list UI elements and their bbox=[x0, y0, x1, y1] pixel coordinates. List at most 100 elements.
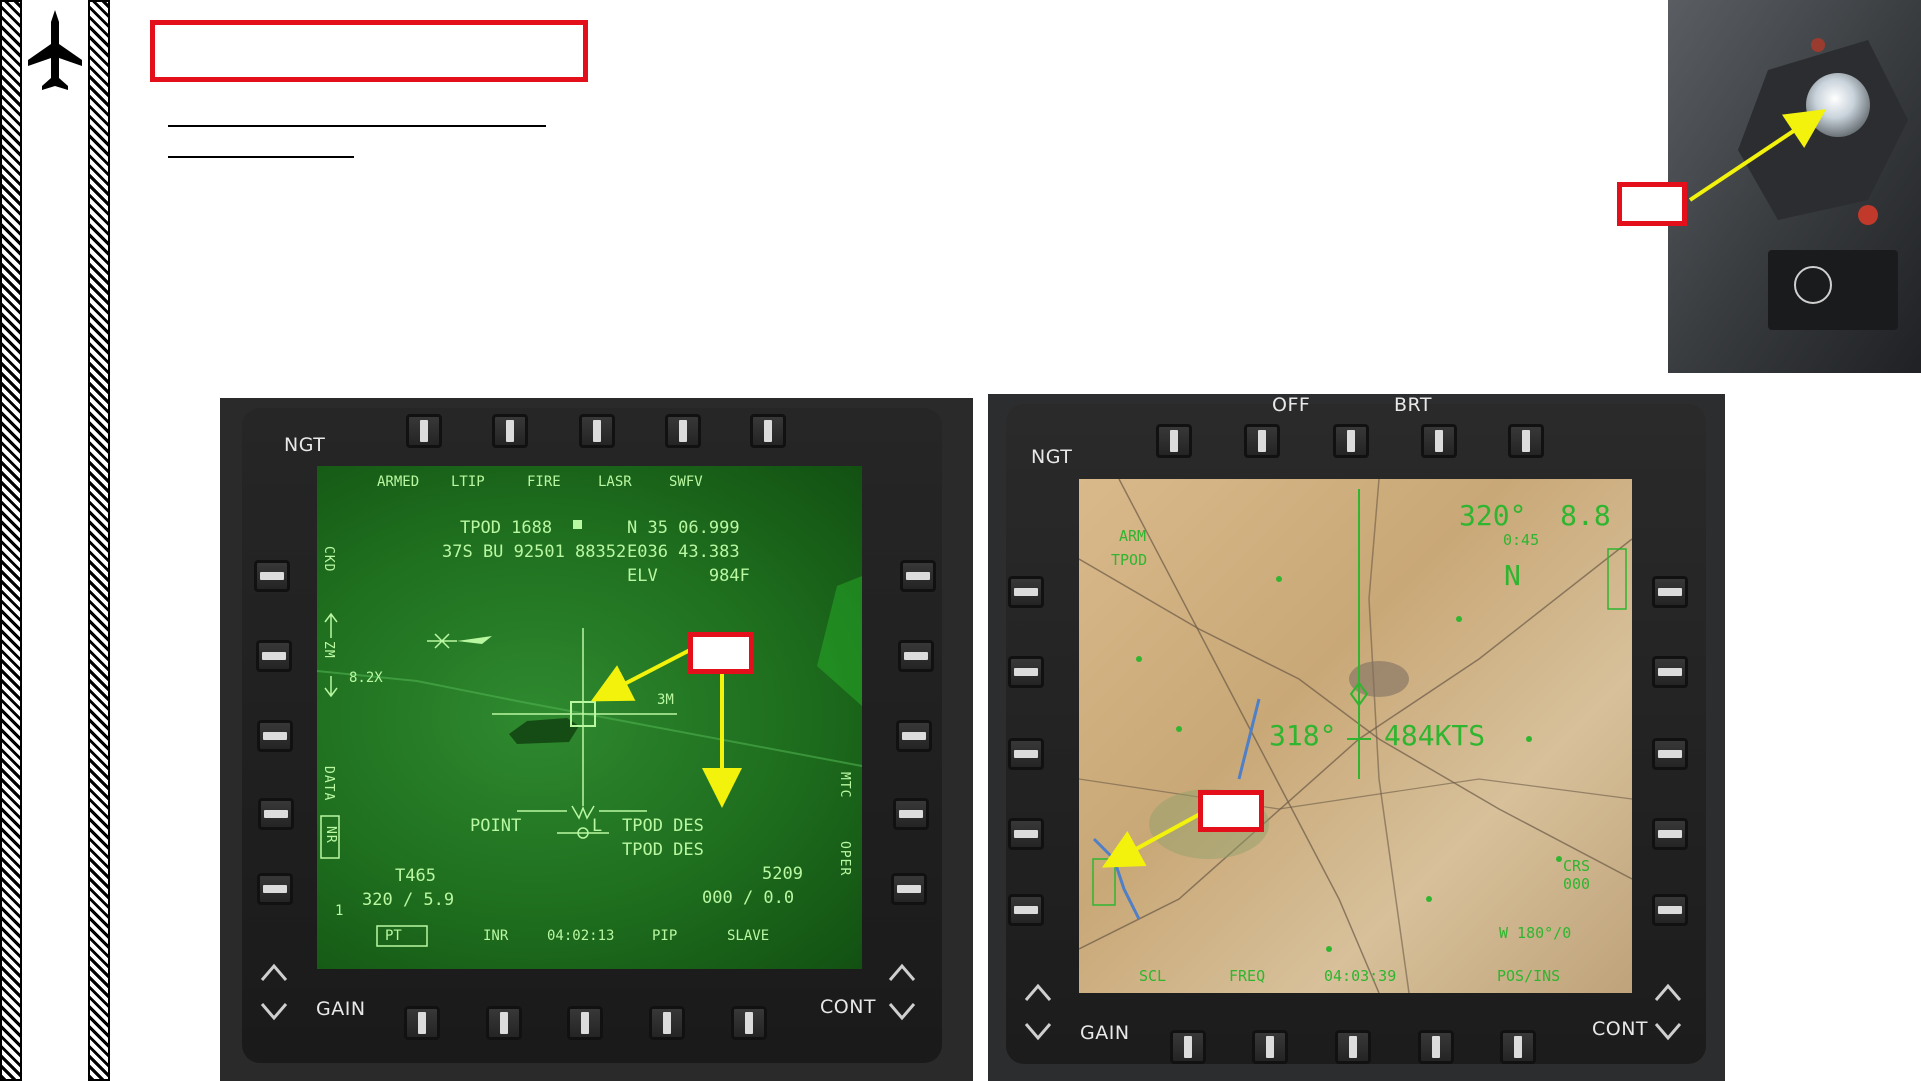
scl-label: SCL bbox=[1139, 967, 1167, 985]
osb-top-3[interactable] bbox=[1333, 424, 1369, 458]
point-label: POINT bbox=[470, 816, 522, 836]
osb-bottom-5[interactable] bbox=[1500, 1030, 1536, 1064]
osb-right-2[interactable] bbox=[1652, 656, 1688, 688]
cont-label: CONT bbox=[1592, 1018, 1649, 1040]
mgrs-coord: 37S BU 92501 88352 bbox=[442, 542, 627, 562]
osb-right-3[interactable] bbox=[896, 720, 932, 752]
osb-left-4[interactable] bbox=[258, 798, 294, 830]
osb-left-4[interactable] bbox=[1008, 818, 1044, 850]
osb-left-5[interactable] bbox=[1008, 894, 1044, 926]
osb-bottom-5[interactable] bbox=[731, 1006, 767, 1040]
crs-label: CRS bbox=[1563, 857, 1591, 875]
osb-top-4[interactable] bbox=[1421, 424, 1457, 458]
tpod-des-1: TPOD DES bbox=[622, 816, 704, 836]
pos-ins-label: POS/INS bbox=[1497, 967, 1561, 985]
moving-map-screen: ARM TPOD 320° 8.8 0:45 N 318° 484KTS CRS… bbox=[1079, 479, 1632, 993]
osb-top-2[interactable] bbox=[492, 414, 528, 448]
map-ddi-display: NGT GAIN CONT OFF BRT ARM TPOD 320° 8.8 … bbox=[988, 394, 1725, 1081]
ngt-label: NGT bbox=[1031, 446, 1073, 468]
zero-readout: 000 / 0.0 bbox=[702, 888, 795, 908]
osb-bottom-4[interactable] bbox=[1418, 1030, 1454, 1064]
cockpit-switch-image bbox=[1668, 0, 1921, 373]
heading-speed: 320 / 5.9 bbox=[362, 890, 455, 910]
tpod-designation-callout bbox=[688, 632, 754, 674]
osb-top-5[interactable] bbox=[1508, 424, 1544, 458]
brt-label: BRT bbox=[1394, 394, 1432, 416]
osb-right-1[interactable] bbox=[1652, 576, 1688, 608]
osb-bottom-3[interactable] bbox=[1335, 1030, 1371, 1064]
code-5209: 5209 bbox=[762, 864, 803, 884]
osb-bottom-4[interactable] bbox=[649, 1006, 685, 1040]
osb-top-2[interactable] bbox=[1244, 424, 1280, 458]
bottom-right-readout: W 180°/0 bbox=[1499, 924, 1572, 942]
switch-callout bbox=[1617, 182, 1687, 226]
ngt-label: NGT bbox=[284, 434, 326, 456]
menu-lasr: LASR bbox=[598, 474, 632, 490]
heading-readout: 318° bbox=[1269, 719, 1337, 752]
osb-bottom-2[interactable] bbox=[1252, 1030, 1288, 1064]
tpod-des-2: TPOD DES bbox=[622, 840, 704, 860]
osb-top-4[interactable] bbox=[665, 414, 701, 448]
osb-top-3[interactable] bbox=[579, 414, 615, 448]
one-label: 1 bbox=[335, 903, 344, 919]
osb-right-2[interactable] bbox=[898, 640, 934, 672]
osb-bottom-1[interactable] bbox=[1170, 1030, 1206, 1064]
oper-label: OPER bbox=[837, 841, 852, 877]
osb-left-5[interactable] bbox=[257, 873, 293, 905]
menu-swfv: SWFV bbox=[669, 474, 703, 490]
osb-right-5[interactable] bbox=[1652, 894, 1688, 926]
gain-label: GAIN bbox=[316, 998, 366, 1020]
top-right-readout: 320° 8.8 bbox=[1459, 499, 1611, 532]
osb-bottom-3[interactable] bbox=[567, 1006, 603, 1040]
osb-top-1[interactable] bbox=[1156, 424, 1192, 458]
ckd-label: CKD bbox=[321, 546, 336, 573]
nr-label: NR bbox=[323, 826, 338, 844]
right-hatched-border bbox=[88, 0, 110, 1081]
osb-left-1[interactable] bbox=[1008, 576, 1044, 608]
subtitle-underline bbox=[168, 156, 354, 158]
tpod-flir-screen: ARMED LTIP FIRE LASR SWFV TPOD 1688 37S … bbox=[317, 466, 862, 969]
osb-right-4[interactable] bbox=[1652, 818, 1688, 850]
osb-left-3[interactable] bbox=[1008, 738, 1044, 770]
menu-inr: INR bbox=[483, 928, 509, 944]
osb-bottom-2[interactable] bbox=[486, 1006, 522, 1040]
map-terrain bbox=[1079, 479, 1632, 993]
gain-rocker-icon[interactable] bbox=[1020, 978, 1056, 1048]
title-underline bbox=[168, 125, 546, 127]
map-symbol-callout bbox=[1198, 790, 1264, 832]
title-callout-box bbox=[150, 20, 588, 82]
zm-label: ZM bbox=[321, 641, 336, 659]
osb-top-1[interactable] bbox=[406, 414, 442, 448]
menu-pip: PIP bbox=[652, 928, 678, 944]
osb-top-5[interactable] bbox=[750, 414, 786, 448]
aircraft-icon bbox=[28, 10, 82, 90]
menu-slave: SLAVE bbox=[727, 928, 770, 944]
time-to-go: 0:45 bbox=[1503, 531, 1540, 549]
gain-rocker-icon[interactable] bbox=[256, 958, 292, 1028]
osb-bottom-1[interactable] bbox=[404, 1006, 440, 1040]
cont-rocker-icon[interactable] bbox=[884, 958, 920, 1028]
osb-left-3[interactable] bbox=[257, 720, 293, 752]
crs-value: 000 bbox=[1563, 875, 1591, 893]
data-label: DATA bbox=[321, 766, 336, 802]
tpod-ddi-display: NGT GAIN CONT ARMED LTIP FIRE LASR SWFV … bbox=[220, 398, 973, 1081]
osb-right-3[interactable] bbox=[1652, 738, 1688, 770]
cont-rocker-icon[interactable] bbox=[1650, 978, 1686, 1048]
zoom-level: 8.2X bbox=[349, 670, 383, 686]
mtc-label: MTC bbox=[837, 772, 852, 799]
osb-right-4[interactable] bbox=[893, 798, 929, 830]
osb-right-5[interactable] bbox=[891, 873, 927, 905]
switch-photo bbox=[1668, 0, 1921, 373]
gain-label: GAIN bbox=[1080, 1022, 1130, 1044]
menu-ltip: LTIP bbox=[451, 474, 485, 490]
osb-right-1[interactable] bbox=[900, 560, 936, 592]
osb-left-2[interactable] bbox=[256, 640, 292, 672]
osb-left-2[interactable] bbox=[1008, 656, 1044, 688]
arm-label: ARM bbox=[1119, 527, 1147, 545]
range-label: 3M bbox=[657, 692, 674, 708]
tpod-label: TPOD bbox=[1111, 551, 1148, 569]
longitude: E036 43.383 bbox=[627, 542, 740, 562]
menu-armed: ARMED bbox=[377, 474, 420, 490]
osb-left-1[interactable] bbox=[254, 560, 290, 592]
cont-label: CONT bbox=[820, 996, 877, 1018]
